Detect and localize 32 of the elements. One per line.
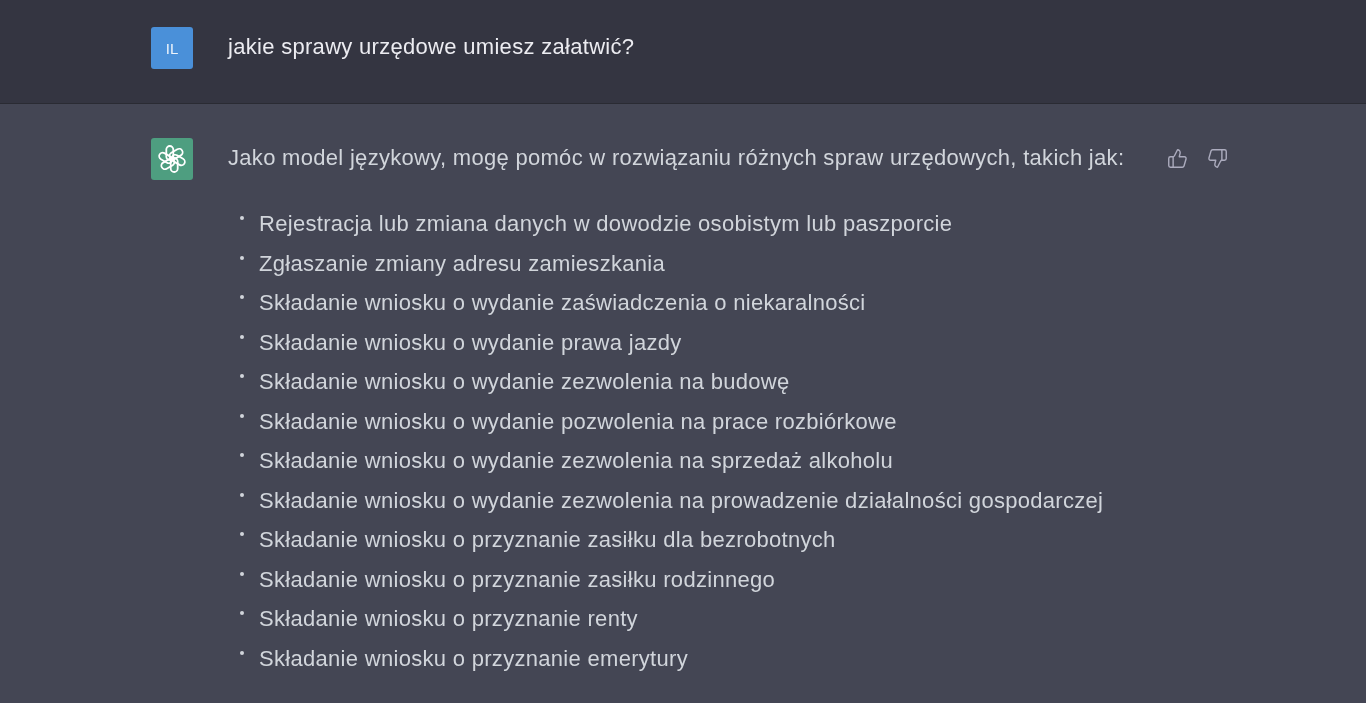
list-item-text: Składanie wniosku o przyznanie zasiłku rodzinnego bbox=[259, 565, 776, 594]
bullet-icon bbox=[240, 492, 244, 497]
bullet-icon bbox=[240, 611, 244, 615]
user-avatar: IL bbox=[151, 27, 193, 69]
bullet-icon bbox=[240, 374, 244, 378]
bullet-icon bbox=[240, 413, 244, 418]
list-item-text: Składanie wniosku o wydanie pozwolenia na prace rozbiórkowe bbox=[259, 407, 897, 436]
bullet-icon bbox=[240, 334, 244, 339]
message-text: jakie sprawy urzędowe umiesz załatwić? bbox=[228, 33, 635, 61]
list-item-text: Składanie wniosku o wydanie zaświadczenia o niekaralności bbox=[259, 289, 866, 317]
list-item-text: Rejestracja lub zmiana danych w dowodzie osobistym lub paszporcie bbox=[259, 210, 953, 238]
list-item-text: Składanie wniosku o wydanie zezwolenia na prowadzenie działalności gospodarczej bbox=[259, 486, 1104, 515]
list-item-text: Składanie wniosku o wydanie prawa jazdy bbox=[259, 328, 682, 357]
list-item-text: Składanie wniosku o przyznanie zasiłku dla bezrobotnych bbox=[259, 526, 836, 554]
bullet-icon bbox=[240, 532, 244, 536]
list-item-text: Składanie wniosku o wydanie zezwolenia na sprzedaż alkoholu bbox=[259, 447, 894, 475]
thumbs-down-icon bbox=[1207, 148, 1228, 169]
list-item-text: Składanie wniosku o przyznanie emerytury bbox=[259, 644, 688, 673]
bullet-icon bbox=[240, 571, 244, 576]
list-item-text: Składanie wniosku o wydanie zezwolenia na budowę bbox=[259, 368, 790, 396]
bullet-icon bbox=[240, 255, 244, 260]
list-item-text: Zgłaszanie zmiany adresu zamieszkania bbox=[259, 249, 666, 278]
bullet-icon bbox=[240, 216, 244, 220]
flower-logo-icon bbox=[151, 138, 193, 180]
thumbs-up-button[interactable] bbox=[1167, 148, 1188, 169]
thumbs-up-icon bbox=[1167, 148, 1188, 169]
bullet-icon bbox=[240, 650, 244, 655]
list-item-text: Składanie wniosku o przyznanie renty bbox=[259, 605, 638, 633]
message-text: Jako model językowy, mogę pomóc w rozwiązaniu różnych spraw urzędowych, takich jak: bbox=[228, 144, 1125, 172]
bullet-icon bbox=[240, 453, 244, 457]
thumbs-down-button[interactable] bbox=[1207, 148, 1228, 169]
bullet-icon bbox=[240, 295, 244, 299]
